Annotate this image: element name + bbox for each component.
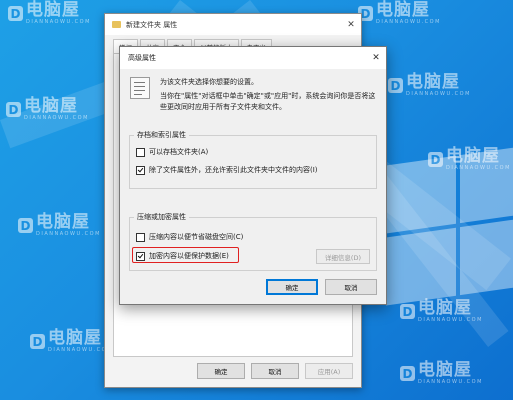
dialog-footer: 确定 取消 应用(A) [197,363,353,379]
group-legend: 存档和索引属性 [134,130,189,140]
watermark-logo: D 电脑屋 DIANNAOWU.COM [400,300,483,323]
cancel-button[interactable]: 取消 [251,363,299,379]
archive-index-group: 存档和索引属性 可以存档文件夹(A) 除了文件属性外，还允许索引此文件夹中文件的… [129,130,377,189]
compress-checkbox[interactable]: 压缩内容以便节省磁盘空间(C) [136,232,243,242]
cancel-button[interactable]: 取消 [325,279,377,295]
ok-button[interactable]: 确定 [266,279,318,295]
checkbox-label: 压缩内容以便节省磁盘空间(C) [149,233,244,241]
ok-button[interactable]: 确定 [197,363,245,379]
watermark-logo: D 电脑屋 DIANNAOWU.COM [388,74,471,97]
window-title: 新建文件夹 属性 [126,20,178,29]
compress-encrypt-group: 压缩或加密属性 压缩内容以便节省磁盘空间(C) 加密内容以便保护数据(E) 详细… [129,212,377,271]
watermark-logo: D 电脑屋 DIANNAOWU.COM [358,2,441,25]
apply-button[interactable]: 应用(A) [305,363,353,379]
checkbox-label: 除了文件属性外，还允许索引此文件夹中文件的内容(I) [149,166,318,174]
watermark-logo: D 电脑屋 DIANNAOWU.COM [6,98,89,121]
watermark-logo: D 电脑屋 DIANNAOWU.COM [400,362,483,385]
folder-icon [112,21,121,28]
settings-list-icon [130,77,150,99]
info-text: 当你在"属性"对话框中单击"确定"或"应用"时，系统会询问你是否将这些更改同时应… [160,91,376,111]
title-bar: 高级属性 ✕ [120,47,386,69]
checkbox-box[interactable] [136,147,145,157]
title-bar: 新建文件夹 属性 ✕ [105,14,361,35]
dialog-footer: 确定 取消 [266,279,377,295]
group-legend: 压缩或加密属性 [134,212,189,222]
dialog-title: 高级属性 [128,54,156,62]
checkbox-label: 可以存档文件夹(A) [149,148,209,156]
watermark-logo: D 电脑屋 DIANNAOWU.COM [30,330,113,353]
info-section: 为该文件夹选择你想要的设置。 当你在"属性"对话框中单击"确定"或"应用"时，系… [130,77,376,116]
archive-checkbox[interactable]: 可以存档文件夹(A) [136,147,208,157]
checkbox-box[interactable] [136,232,145,242]
details-button[interactable]: 详细信息(D) [315,249,370,264]
watermark-logo: D 电脑屋 DIANNAOWU.COM [8,2,91,25]
highlight-box [132,247,239,263]
watermark-logo: D 电脑屋 DIANNAOWU.COM [428,148,511,171]
checkbox-box[interactable] [136,165,145,175]
index-checkbox[interactable]: 除了文件属性外，还允许索引此文件夹中文件的内容(I) [136,165,318,175]
advanced-attributes-dialog: 高级属性 ✕ 为该文件夹选择你想要的设置。 当你在"属性"对话框中单击"确定"或… [119,46,387,305]
close-icon[interactable]: ✕ [366,53,386,63]
watermark-logo: D 电脑屋 DIANNAOWU.COM [18,214,101,237]
close-icon[interactable]: ✕ [341,20,361,30]
info-text: 为该文件夹选择你想要的设置。 [160,78,258,86]
